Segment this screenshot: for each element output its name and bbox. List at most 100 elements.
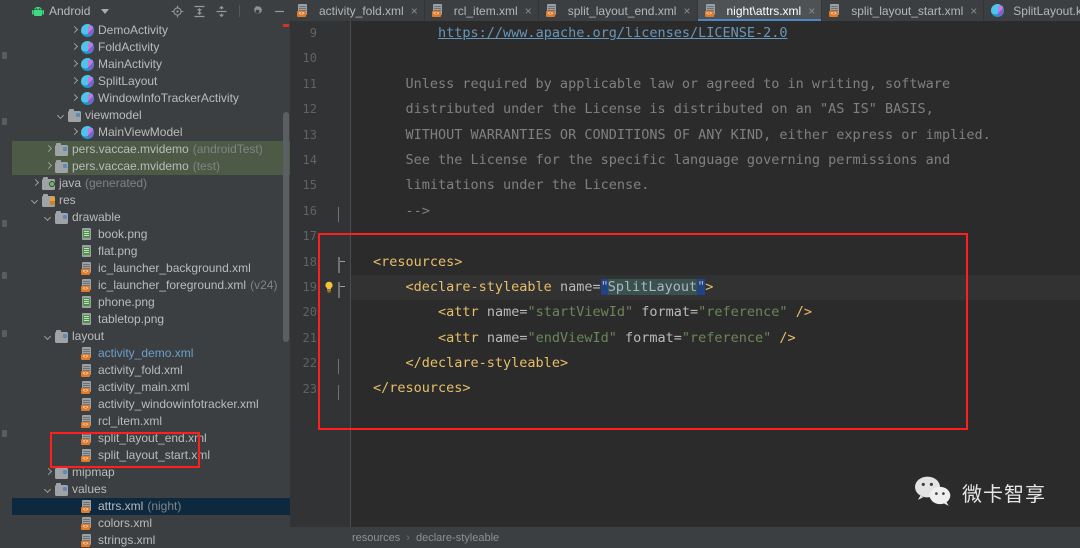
tree-row-mainactivity[interactable]: MainActivity xyxy=(12,56,290,73)
tree-row-attrs-xml[interactable]: <> attrs.xml (night) xyxy=(12,498,290,515)
tree-row-demoactivity[interactable]: DemoActivity xyxy=(12,22,290,39)
chevron-right-icon[interactable] xyxy=(70,77,79,86)
code-line-19[interactable]: <declare-styleable name="SplitLayout"> xyxy=(351,274,1080,301)
chevron-right-icon[interactable] xyxy=(70,60,79,69)
minimize-icon[interactable] xyxy=(273,5,286,18)
code-line-13[interactable]: WITHOUT WARRANTIES OR CONDITIONS OF ANY … xyxy=(351,123,1080,148)
editor-tab-rcl-item-xml[interactable]: <> rcl_item.xml × xyxy=(425,0,539,21)
tree-row-activity-windowinfotracker-xml[interactable]: <> activity_windowinfotracker.xml xyxy=(12,396,290,413)
tree-row-flat-png[interactable]: flat.png xyxy=(12,243,290,260)
chevron-right-icon[interactable] xyxy=(70,43,79,52)
code-editor-content[interactable]: https://www.apache.org/licenses/LICENSE-… xyxy=(351,21,1080,527)
chevron-down-icon[interactable] xyxy=(57,111,66,120)
chevron-down-icon[interactable] xyxy=(44,485,53,494)
code-line-9[interactable]: https://www.apache.org/licenses/LICENSE-… xyxy=(351,21,1080,46)
gutter-fold-marker[interactable] xyxy=(338,282,347,298)
tool-strip-nub[interactable] xyxy=(2,118,7,125)
tree-row-values[interactable]: values xyxy=(12,481,290,498)
tree-row-res[interactable]: res xyxy=(12,192,290,209)
gutter-fold-marker[interactable] xyxy=(338,359,347,375)
code-line-16[interactable]: --> xyxy=(351,199,1080,224)
code-line-12[interactable]: distributed under the License is distrib… xyxy=(351,97,1080,122)
chevron-down-icon[interactable] xyxy=(44,332,53,341)
tree-row-foldactivity[interactable]: FoldActivity xyxy=(12,39,290,56)
tree-row-viewmodel[interactable]: viewmodel xyxy=(12,107,290,124)
tab-close-icon[interactable]: × xyxy=(411,4,418,18)
tree-row-drawable[interactable]: drawable xyxy=(12,209,290,226)
code-line-14[interactable]: See the License for the specific languag… xyxy=(351,148,1080,173)
gutter-fold-marker[interactable] xyxy=(338,206,347,222)
code-line-21[interactable]: <attr name="endViewId" format="reference… xyxy=(351,326,1080,351)
tab-close-icon[interactable]: × xyxy=(683,4,690,18)
tree-row-book-png[interactable]: book.png xyxy=(12,226,290,243)
tree-row-pers-vaccae-mvidemo[interactable]: pers.vaccae.mvidemo (androidTest) xyxy=(12,141,290,158)
chevron-down-icon[interactable] xyxy=(44,213,53,222)
tree-row-layout[interactable]: layout xyxy=(12,328,290,345)
tool-strip-nub[interactable] xyxy=(2,430,7,437)
code-fold-collapse-icon[interactable] xyxy=(338,256,340,273)
tab-close-icon[interactable]: × xyxy=(808,4,815,18)
tree-row-tabletop-png[interactable]: tabletop.png xyxy=(12,311,290,328)
chevron-right-icon[interactable] xyxy=(44,162,53,171)
intention-bulb-icon[interactable] xyxy=(324,281,334,293)
tool-strip-nub[interactable] xyxy=(2,52,7,59)
tool-strip-nub[interactable] xyxy=(2,272,7,279)
tree-row-activity-demo-xml[interactable]: <> activity_demo.xml xyxy=(12,345,290,362)
collapse-all-icon[interactable] xyxy=(215,5,228,18)
tool-strip-nub[interactable] xyxy=(2,330,7,337)
tree-row-split-layout-end-xml[interactable]: <> split_layout_end.xml xyxy=(12,430,290,447)
code-line-23[interactable]: </resources> xyxy=(351,376,1080,401)
tool-strip-nub[interactable] xyxy=(2,220,7,227)
locate-icon[interactable] xyxy=(171,5,184,18)
tree-row-colors-xml[interactable]: <> colors.xml xyxy=(12,515,290,532)
tab-close-icon[interactable]: × xyxy=(970,4,977,18)
tree-row-phone-png[interactable]: phone.png xyxy=(12,294,290,311)
chevron-down-icon[interactable] xyxy=(31,196,40,205)
tree-row-mainviewmodel[interactable]: MainViewModel xyxy=(12,124,290,141)
editor-tab-split-layout-start-xml[interactable]: <> split_layout_start.xml × xyxy=(822,0,985,21)
editor-tab-splitlayout-kt[interactable]: SplitLayout.kt× xyxy=(984,0,1080,21)
chevron-right-icon[interactable] xyxy=(70,128,79,137)
chevron-right-icon[interactable] xyxy=(70,94,79,103)
code-line-11[interactable]: Unless required by applicable law or agr… xyxy=(351,72,1080,97)
code-line-22[interactable]: </declare-styleable> xyxy=(351,351,1080,376)
gutter-fold-marker[interactable] xyxy=(338,256,347,273)
breadcrumb-item-0[interactable]: resources xyxy=(352,532,400,544)
chevron-right-icon[interactable] xyxy=(70,26,79,35)
code-fold-collapse-icon[interactable] xyxy=(338,282,340,298)
tab-close-icon[interactable]: × xyxy=(525,4,532,18)
code-fold-end-icon[interactable] xyxy=(338,359,339,375)
tree-row-rcl-item-xml[interactable]: <> rcl_item.xml xyxy=(12,413,290,430)
license-url-link[interactable]: https://www.apache.org/licenses/LICENSE-… xyxy=(438,25,788,41)
chevron-down-icon[interactable] xyxy=(101,8,110,14)
code-line-10[interactable] xyxy=(351,46,1080,71)
code-line-20[interactable]: <attr name="startViewId" format="referen… xyxy=(351,300,1080,325)
chevron-right-icon[interactable] xyxy=(31,179,40,188)
code-fold-end-icon[interactable] xyxy=(338,206,339,222)
project-view-selector[interactable]: Android xyxy=(32,4,110,18)
editor-tab-split-layout-end-xml[interactable]: <> split_layout_end.xml × xyxy=(539,0,698,21)
tree-row-java[interactable]: java (generated) xyxy=(12,175,290,192)
tree-row-activity-fold-xml[interactable]: <> activity_fold.xml xyxy=(12,362,290,379)
expand-all-icon[interactable] xyxy=(193,5,206,18)
tree-row-strings-xml[interactable]: <> strings.xml xyxy=(12,532,290,548)
code-line-17[interactable] xyxy=(351,224,1080,249)
gutter-fold-marker[interactable] xyxy=(338,384,347,400)
code-fold-end-icon[interactable] xyxy=(338,384,339,400)
tree-row-windowinfotrackeractivity[interactable]: WindowInfoTrackerActivity xyxy=(12,90,290,107)
tree-row-ic-launcher-foreground-xml[interactable]: <> ic_launcher_foreground.xml (v24) xyxy=(12,277,290,294)
code-line-15[interactable]: limitations under the License. xyxy=(351,173,1080,198)
tree-row-splitlayout[interactable]: SplitLayout xyxy=(12,73,290,90)
tree-row-split-layout-start-xml[interactable]: <> split_layout_start.xml xyxy=(12,447,290,464)
xml-attr-value-selected[interactable]: SplitLayout xyxy=(607,278,698,295)
editor-tab-activity-fold-xml[interactable]: <> activity_fold.xml × xyxy=(290,0,425,21)
settings-gear-icon[interactable] xyxy=(251,5,264,18)
tree-row-mipmap[interactable]: mipmap xyxy=(12,464,290,481)
editor-tab-night-attrs-xml[interactable]: <> night\attrs.xml × xyxy=(697,0,823,21)
breadcrumb[interactable]: resources › declare-styleable xyxy=(290,527,1080,548)
code-line-18[interactable]: <resources> xyxy=(351,250,1080,275)
tree-row-activity-main-xml[interactable]: <> activity_main.xml xyxy=(12,379,290,396)
tree-row-ic-launcher-background-xml[interactable]: <> ic_launcher_background.xml xyxy=(12,260,290,277)
editor-gutter[interactable]: 9 10 11 12 13 14 15 16 17 18 19 20 21 22 23 xyxy=(290,21,350,527)
editor-tab-bar[interactable]: <> activity_fold.xml × <> rcl_item.xml × <> spl… xyxy=(290,0,1080,21)
